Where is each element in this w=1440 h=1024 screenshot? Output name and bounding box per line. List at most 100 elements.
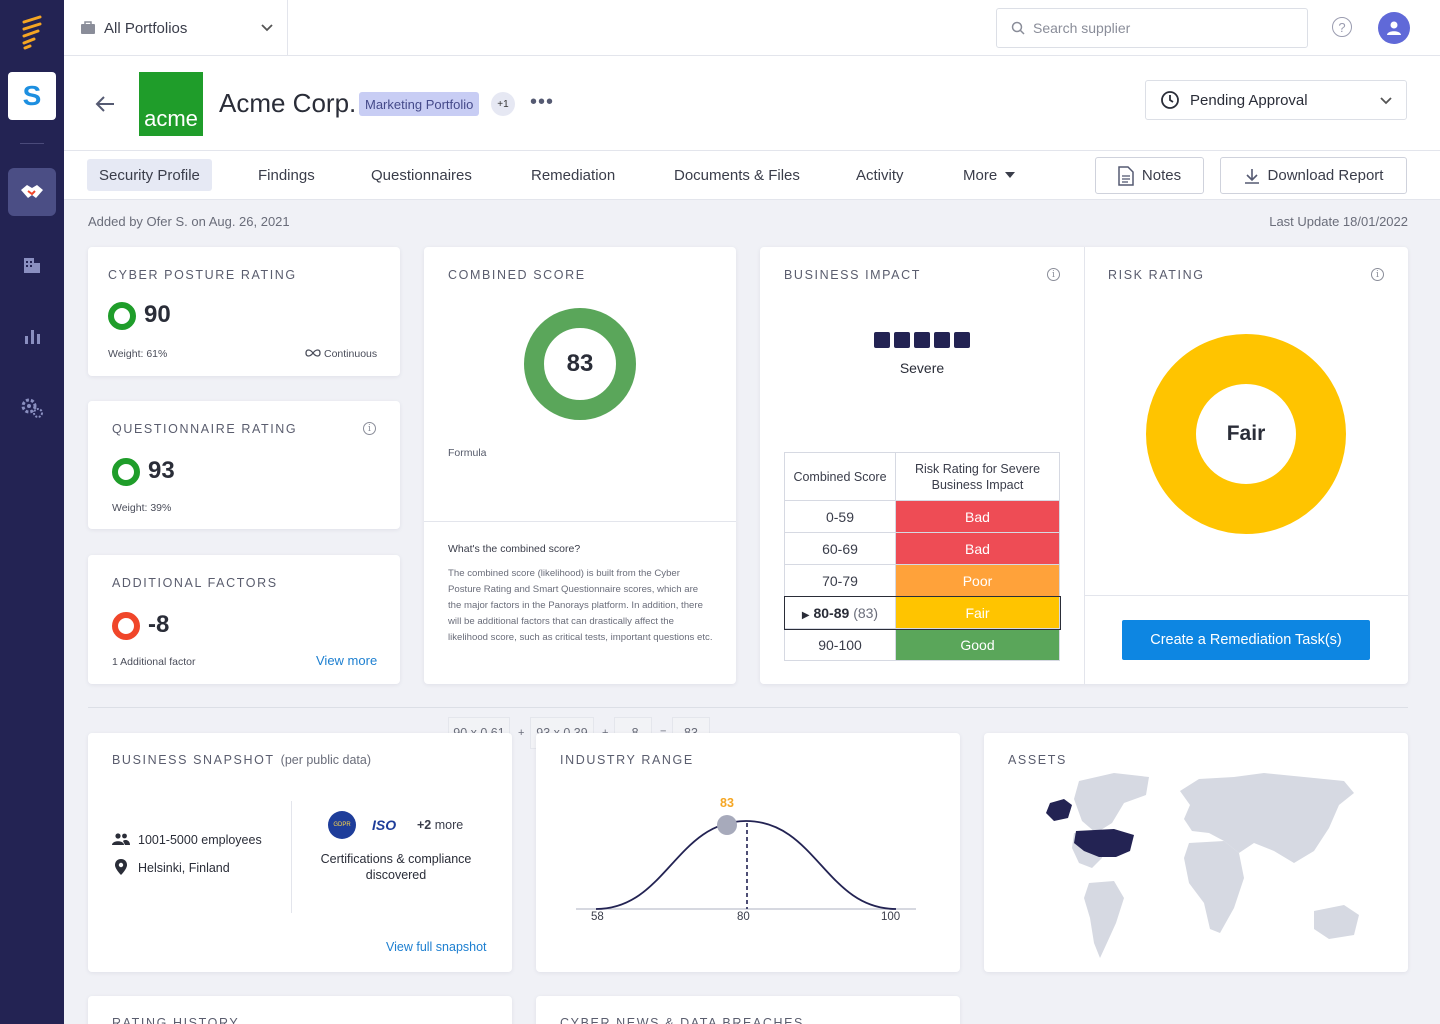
tab-findings[interactable]: Findings xyxy=(246,159,327,191)
chevron-down-icon xyxy=(261,24,273,32)
table-header-row: Combined Score Risk Rating for Severe Bu… xyxy=(784,452,1060,501)
formula-operator: + xyxy=(518,727,525,739)
questionnaire-weight: Weight: 39% xyxy=(112,502,172,514)
info-icon[interactable]: i xyxy=(1047,268,1060,281)
nav-companies-icon[interactable] xyxy=(8,240,56,288)
more-portfolios-badge[interactable]: +1 xyxy=(491,92,515,116)
added-by-text: Added by Ofer S. on Aug. 26, 2021 xyxy=(88,214,290,229)
briefcase-icon xyxy=(81,21,95,34)
status-dropdown[interactable]: Pending Approval xyxy=(1145,80,1407,120)
table-row-selected: ▶ 80-89 (83) Fair xyxy=(783,595,1061,630)
table-header: Combined Score xyxy=(784,452,896,501)
combined-score-card: COMBINED SCORE 83 Formula 90 x 0.61 + 93… xyxy=(424,247,736,749)
range-cell: 70-79 xyxy=(784,564,896,597)
divider xyxy=(291,801,292,913)
tab-documents-files[interactable]: Documents & Files xyxy=(662,159,812,191)
caret-right-icon: ▶ xyxy=(801,609,810,621)
supplier-app-logo[interactable]: S xyxy=(8,72,56,120)
tick-label: 58 xyxy=(591,911,604,923)
card-title: ADDITIONAL FACTORS xyxy=(112,576,278,590)
snapshot-title: BUSINESS SNAPSHOT xyxy=(112,753,275,767)
more-certs[interactable]: +2 more xyxy=(417,818,463,832)
tab-security-profile[interactable]: Security Profile xyxy=(87,159,212,191)
map-south-america xyxy=(1084,881,1124,958)
risk-rating-donut: Fair xyxy=(1146,334,1346,534)
card-title: RATING HISTORY xyxy=(112,1016,240,1024)
divider xyxy=(1084,595,1408,596)
impact-level-block xyxy=(874,332,890,348)
impact-level-block xyxy=(934,332,950,348)
search-input[interactable] xyxy=(1033,20,1273,36)
section-divider xyxy=(88,707,1408,708)
view-more-link[interactable]: View more xyxy=(316,653,377,668)
people-icon xyxy=(112,833,130,845)
card-title: RISK RATING xyxy=(1108,268,1205,282)
cyber-news-card: CYBER NEWS & DATA BREACHES xyxy=(536,996,960,1024)
tick-label: 80 xyxy=(737,911,750,923)
rail-divider xyxy=(20,143,44,144)
rating-cell: Good xyxy=(895,628,1060,661)
industry-bell-curve xyxy=(576,815,916,910)
range-cell: 90-100 xyxy=(784,628,896,661)
questionnaire-rating-card: QUESTIONNAIRE RATING i 93 Weight: 39% xyxy=(88,401,400,529)
nav-analytics-icon[interactable] xyxy=(8,312,56,360)
portfolio-tag[interactable]: Marketing Portfolio xyxy=(359,92,480,116)
certifications-label: Certifications & compliance discovered xyxy=(320,852,472,882)
back-arrow-icon[interactable] xyxy=(95,95,115,113)
search-icon xyxy=(1011,21,1025,35)
iso-badge-icon: ISO xyxy=(372,817,397,833)
tab-more-label: More xyxy=(963,166,998,184)
risk-rating-table: Combined Score Risk Rating for Severe Bu… xyxy=(783,452,1061,661)
status-label: Pending Approval xyxy=(1190,91,1308,109)
portfolio-selector[interactable]: All Portfolios xyxy=(64,0,288,56)
tab-questionnaires[interactable]: Questionnaires xyxy=(359,159,484,191)
range-cell: 0-59 xyxy=(784,500,896,533)
range-cell: 60-69 xyxy=(784,532,896,565)
distribution-curve xyxy=(595,820,897,910)
nav-settings-icon[interactable] xyxy=(8,384,56,432)
tab-more[interactable]: More xyxy=(951,159,1027,191)
nav-suppliers-icon[interactable] xyxy=(8,168,56,216)
rating-cell: Bad xyxy=(895,532,1060,565)
view-full-snapshot-link[interactable]: View full snapshot xyxy=(386,940,487,954)
combined-score-donut: 83 xyxy=(524,308,636,420)
help-icon[interactable]: ? xyxy=(1332,17,1352,37)
info-icon[interactable]: i xyxy=(1371,268,1384,281)
chevron-down-icon xyxy=(1380,97,1392,105)
table-row: 0-59 Bad xyxy=(784,500,1060,533)
additional-factors-card: ADDITIONAL FACTORS -8 1 Additional facto… xyxy=(88,555,400,684)
questionnaire-score: 93 xyxy=(148,457,175,484)
employee-count: 1001-5000 employees xyxy=(138,833,262,847)
tab-activity[interactable]: Activity xyxy=(844,159,916,191)
rating-cell: Fair xyxy=(895,596,1060,629)
formula-label: Formula xyxy=(448,447,487,459)
left-nav-rail: S xyxy=(0,0,64,1024)
divider xyxy=(424,521,736,522)
panorays-logo[interactable] xyxy=(20,14,44,55)
user-avatar[interactable] xyxy=(1378,12,1410,44)
map-alaska-highlight xyxy=(1046,799,1072,821)
impact-level-block xyxy=(914,332,930,348)
combined-question: What's the combined score? xyxy=(448,543,581,555)
caret-down-icon xyxy=(1005,172,1016,178)
table-row: 60-69 Bad xyxy=(784,532,1060,565)
tab-remediation[interactable]: Remediation xyxy=(519,159,627,191)
supplier-search[interactable] xyxy=(996,8,1308,48)
score-marker xyxy=(717,815,737,835)
assets-world-map xyxy=(1046,773,1359,958)
more-options-icon[interactable]: ••• xyxy=(530,91,554,114)
download-label: Download Report xyxy=(1267,167,1384,184)
info-icon[interactable]: i xyxy=(363,422,376,435)
create-remediation-button[interactable]: Create a Remediation Task(s) xyxy=(1122,620,1370,660)
more-certs-label: more xyxy=(434,818,464,832)
last-update-text: Last Update 18/01/2022 xyxy=(1269,214,1408,229)
download-report-button[interactable]: Download Report xyxy=(1220,157,1407,194)
rating-history-card: RATING HISTORY xyxy=(88,996,512,1024)
card-title: CYBER POSTURE RATING xyxy=(108,268,297,282)
card-title: BUSINESS IMPACT xyxy=(784,268,921,282)
gdpr-badge-icon: GDPR xyxy=(328,811,356,839)
infinity-icon xyxy=(305,349,321,357)
map-africa xyxy=(1184,841,1244,933)
notes-button[interactable]: Notes xyxy=(1095,157,1204,194)
supplier-header: acme Acme Corp. Marketing Portfolio +1 •… xyxy=(64,56,1440,151)
